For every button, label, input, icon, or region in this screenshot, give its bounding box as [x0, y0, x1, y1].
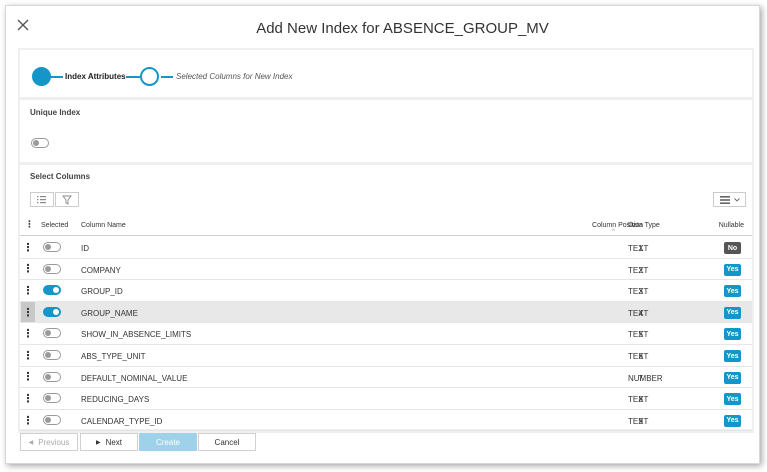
list-icon [37, 196, 46, 204]
row-selected-toggle[interactable] [43, 263, 61, 274]
column-name-cell: GROUP_NAME [81, 308, 138, 318]
row-menu-icon[interactable]: ⋮ [21, 280, 35, 301]
row-selected-toggle[interactable] [43, 328, 61, 339]
table-row[interactable]: ⋮ GROUP_ID 3 TEXT Yes [20, 280, 752, 302]
unique-index-title: Unique Index [30, 108, 81, 117]
previous-button[interactable]: ◀ Previous [20, 433, 78, 451]
dialog-title: Add New Index for ABSENCE_GROUP_MV [256, 20, 549, 37]
nullable-badge: Yes [724, 414, 741, 427]
cancel-button[interactable]: Cancel [198, 433, 256, 451]
unique-index-toggle[interactable] [31, 138, 49, 148]
step-index-attributes-label[interactable]: Index Attributes [65, 72, 126, 81]
nullable-badge: Yes [724, 328, 741, 341]
column-name-cell: COMPANY [81, 265, 121, 275]
filter-button[interactable] [55, 192, 79, 207]
row-menu-icon[interactable]: ⋮ [21, 323, 35, 344]
column-options-button[interactable] [713, 192, 746, 207]
table-row[interactable]: ⋮ COMPANY 2 TEXT Yes [20, 259, 752, 281]
row-menu-icon[interactable]: ⋮ [21, 301, 35, 323]
data-type-cell: TEXT [628, 352, 649, 361]
column-name-cell: GROUP_ID [81, 287, 123, 297]
chevron-down-icon [733, 197, 740, 202]
row-menu-icon[interactable]: ⋮ [21, 388, 35, 409]
data-type-cell: TEXT [628, 308, 649, 318]
table-row[interactable]: ⋮ REDUCING_DAYS 8 TEXT Yes [20, 388, 752, 410]
row-selected-toggle[interactable] [43, 414, 61, 425]
nullable-badge: No [724, 242, 741, 254]
column-name-cell: ID [81, 244, 89, 253]
row-selected-toggle[interactable] [43, 242, 61, 252]
next-button[interactable]: ▶ Next [80, 433, 138, 451]
header-selected[interactable]: Selected [41, 222, 68, 229]
step-index-attributes-indicator[interactable] [32, 67, 51, 86]
step-connector [50, 76, 63, 78]
columns-menu-icon [719, 195, 730, 204]
data-type-cell: TEXT [628, 330, 649, 340]
row-menu-icon[interactable]: ⋮ [21, 345, 35, 366]
list-view-button[interactable] [30, 192, 54, 207]
cancel-label: Cancel [214, 437, 240, 447]
nullable-badge: Yes [724, 306, 741, 319]
row-selected-toggle[interactable] [43, 371, 61, 382]
filter-icon [62, 195, 72, 205]
select-columns-panel: Select Columns ⋮ Selected Column Name Co… [20, 165, 752, 432]
table-row[interactable]: ⋮ ABS_TYPE_UNIT 6 TEXT Yes [20, 345, 752, 367]
column-name-cell: REDUCING_DAYS [81, 395, 150, 405]
previous-label: Previous [38, 437, 70, 447]
table-row[interactable]: ⋮ SHOW_IN_ABSENCE_LIMITS 5 TEXT Yes [20, 323, 752, 345]
header-menu-icon[interactable]: ⋮ [25, 219, 34, 230]
header-nullable[interactable]: Nullable [719, 222, 744, 229]
nullable-badge: Yes [724, 285, 741, 298]
table-row[interactable]: ⋮ CALENDAR_TYPE_ID 9 TEXT Yes [20, 410, 752, 432]
nullable-badge: Yes [724, 263, 741, 276]
table-row[interactable]: ⋮ DEFAULT_NOMINAL_VALUE 7 NUMBER Yes [20, 367, 752, 389]
row-selected-toggle[interactable] [43, 393, 61, 404]
data-type-cell: TEXT [628, 244, 649, 253]
sort-caret-icon: ^ [612, 229, 615, 235]
row-selected-toggle[interactable] [43, 306, 61, 317]
column-name-cell: ABS_TYPE_UNIT [81, 352, 146, 361]
header-column-name[interactable]: Column Name [81, 222, 126, 229]
row-menu-icon[interactable]: ⋮ [21, 259, 35, 280]
row-selected-toggle[interactable] [43, 350, 61, 360]
nullable-badge: Yes [724, 371, 741, 384]
row-menu-icon[interactable]: ⋮ [21, 410, 35, 431]
column-name-cell: SHOW_IN_ABSENCE_LIMITS [81, 330, 192, 340]
create-label: Create [155, 437, 180, 447]
dialog-content: Index Attributes Selected Columns for Ne… [18, 48, 754, 433]
data-type-cell: NUMBER [628, 373, 663, 383]
data-type-cell: TEXT [628, 395, 649, 405]
unique-index-panel: Unique Index [20, 100, 752, 162]
table-row[interactable]: ⋮ ID 1 TEXT No [20, 237, 752, 259]
step-connector [126, 76, 140, 78]
next-label: Next [105, 437, 123, 447]
caret-left-icon: ◀ [28, 439, 34, 446]
create-button[interactable]: Create [139, 433, 197, 451]
wizard-steps: Index Attributes Selected Columns for Ne… [20, 50, 752, 97]
step-selected-columns-indicator[interactable] [140, 67, 159, 86]
caret-right-icon: ▶ [95, 439, 101, 446]
data-type-cell: TEXT [628, 287, 649, 297]
step-connector [161, 76, 173, 78]
table-row[interactable]: ⋮ GROUP_NAME 4 TEXT Yes [20, 301, 752, 324]
nullable-badge: Yes [724, 393, 741, 406]
step-selected-columns-label[interactable]: Selected Columns for New Index [176, 72, 293, 81]
row-menu-icon[interactable]: ⋮ [21, 367, 35, 388]
data-type-cell: TEXT [628, 265, 649, 275]
select-columns-title: Select Columns [30, 172, 91, 181]
data-type-cell: TEXT [628, 416, 649, 426]
row-selected-toggle[interactable] [43, 285, 61, 296]
column-name-cell: DEFAULT_NOMINAL_VALUE [81, 373, 188, 383]
nullable-badge: Yes [724, 350, 741, 362]
header-data-type[interactable]: Data Type [628, 222, 660, 229]
row-menu-icon[interactable]: ⋮ [21, 237, 35, 258]
column-name-cell: CALENDAR_TYPE_ID [81, 416, 163, 426]
grid-header: ⋮ Selected Column Name Column Position ^… [20, 214, 752, 236]
